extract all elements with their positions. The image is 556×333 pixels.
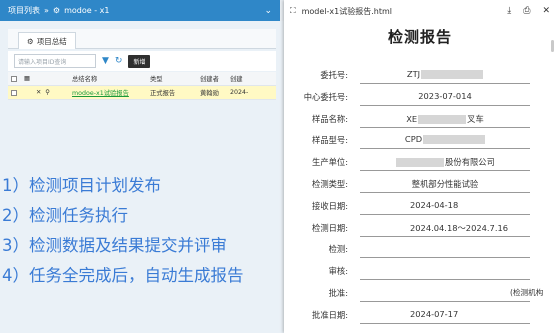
row-date: 2024-	[230, 89, 249, 96]
field-label: 批准:	[328, 287, 348, 298]
field-value: CPD	[360, 134, 530, 145]
redacted-block	[421, 70, 484, 79]
field-label: 接收日期:	[312, 200, 348, 211]
tab-label: 项目总结	[36, 36, 67, 46]
tab-strip: ⚙ 项目总结	[8, 29, 276, 49]
new-button[interactable]: 新增	[128, 54, 151, 68]
gear-icon: ⚙	[27, 36, 34, 46]
close-icon[interactable]: ✕	[542, 6, 550, 16]
field-value: 整机部分性能试验	[411, 178, 479, 189]
field-label: 批准日期:	[312, 309, 348, 320]
print-icon[interactable]: ⎙	[523, 6, 530, 16]
field-underline	[360, 257, 530, 259]
field-value: 2024-07-17	[410, 308, 459, 319]
report-fields: 委托号: ZTJ 中心委托号: 2023-07-014 样品名称: XE 叉车样品型号: CP…	[284, 66, 556, 328]
field-label: 样品型号:	[312, 135, 348, 146]
grid-icon: ▦	[24, 75, 30, 82]
report-preview-panel: ⛶ model-x1试验报告.html ⤓ ⎙ ✕ 检测报告 委托号: ZTJ 中心…	[284, 0, 556, 333]
report-field: 生产单位: 股份有限公司	[284, 153, 556, 175]
chevron-down-icon[interactable]: ⌄	[264, 6, 272, 16]
field-underline	[360, 170, 530, 172]
document-icon: ⛶	[290, 6, 296, 15]
field-label: 检测类型:	[312, 178, 348, 189]
preview-header: ⛶ model-x1试验报告.html ⤓ ⎙ ✕	[284, 0, 556, 22]
row-type: 正式报告	[150, 90, 176, 97]
field-value: 股份有限公司	[360, 156, 530, 168]
app-window: 项目列表 » ⚙ modoe - x1 ⌄ ⚙ 项目总结 请输入项目ID查询 ▼…	[0, 0, 556, 333]
field-underline	[360, 235, 530, 237]
field-label: 委托号:	[320, 70, 348, 80]
field-label: 中心委托号:	[303, 91, 348, 102]
row-checkbox[interactable]	[8, 89, 18, 96]
scrollbar[interactable]	[551, 40, 554, 52]
report-field: 检测:	[284, 240, 556, 262]
step-4: 4）任务全完成后，自动生成报告	[2, 266, 244, 285]
top-bar: 项目列表 » ⚙ modoe - x1 ⌄	[0, 0, 280, 21]
field-underline	[360, 191, 530, 193]
report-field: 检测日期: 2024.04.18～2024.7.16	[284, 219, 556, 241]
report-field: 接收日期: 2024-04-18	[284, 197, 556, 219]
tab-project-summary[interactable]: ⚙ 项目总结	[18, 32, 76, 49]
step-3: 3）检测数据及结果提交并评审	[2, 236, 227, 255]
field-value: 2023-07-014	[418, 90, 472, 101]
report-field: 样品名称: XE 叉车	[284, 110, 556, 132]
breadcrumb-project[interactable]: modoe - x1	[64, 6, 109, 15]
refresh-icon[interactable]: ↻	[115, 56, 123, 66]
field-label: 生产单位:	[312, 157, 348, 168]
row-actions: ✕ ⚲	[34, 89, 70, 96]
redacted-block	[423, 135, 486, 145]
report-link[interactable]: modoe-x1试验报告	[70, 88, 148, 97]
workflow-steps: 1）检测项目计划发布 2）检测任务执行 3）检测数据及结果提交并评审 4）任务全…	[0, 171, 290, 291]
field-underline	[360, 126, 530, 128]
header-date: 创建	[230, 76, 243, 83]
report-title: 检测报告	[387, 28, 452, 46]
row-creator: 黄翰勋	[200, 90, 219, 97]
search-input[interactable]: 请输入项目ID查询	[14, 54, 96, 68]
field-underline	[360, 104, 530, 106]
field-underline	[360, 148, 530, 150]
field-value: 2024.04.18～2024.7.16	[410, 222, 509, 233]
redacted-block	[418, 114, 467, 124]
summary-table: ▦ 总结名称 类型 创建者 创建 ✕ ⚲ modoe-x1试验报告 正式报告 黄…	[8, 72, 276, 100]
preview-filename: model-x1试验报告.html	[301, 6, 392, 16]
table-header: ▦ 总结名称 类型 创建者 创建	[8, 72, 276, 86]
field-label: 审核:	[328, 266, 348, 277]
field-label: 检测日期:	[312, 222, 348, 233]
field-value: XE 叉车	[406, 113, 484, 124]
field-underline	[360, 300, 530, 302]
field-underline	[360, 322, 530, 324]
project-workspace: ⚙ 项目总结 请输入项目ID查询 ▼ ↻ 新增 ▦ 总结名称 类型 创建者 创建	[0, 21, 284, 333]
field-label: 检测:	[328, 244, 348, 255]
step-2: 2）检测任务执行	[2, 206, 128, 225]
table-row[interactable]: ✕ ⚲ modoe-x1试验报告 正式报告 黄翰勋 2024-	[8, 86, 276, 100]
report-field: 委托号: ZTJ	[284, 66, 556, 88]
pin-icon[interactable]: ⚲	[45, 89, 50, 96]
redacted-block	[396, 158, 445, 168]
step-1: 1）检测项目计划发布	[2, 176, 161, 195]
gear-icon: ⚙	[52, 6, 61, 15]
breadcrumb-separator: »	[44, 6, 49, 15]
header-name: 总结名称	[72, 76, 98, 83]
field-value: 2024-04-18	[410, 199, 459, 210]
report-field: 审核:	[284, 262, 556, 284]
report-field: 批准日期: 2024-07-17	[284, 306, 556, 328]
report-field: 中心委托号: 2023-07-014	[284, 88, 556, 110]
report-field: 检测类型: 整机部分性能试验	[284, 175, 556, 197]
header-type: 类型	[150, 76, 163, 83]
report-field: 样品型号: CPD	[284, 131, 556, 153]
field-label: 样品名称:	[312, 113, 348, 124]
field-value: ZTJ	[360, 69, 530, 79]
filter-icon[interactable]: ▼	[102, 56, 109, 66]
field-underline	[360, 213, 530, 215]
toolbar: 请输入项目ID查询 ▼ ↻ 新增	[8, 51, 276, 71]
download-icon[interactable]: ⤓	[507, 6, 511, 16]
field-extra-note: (检测机构	[510, 287, 544, 297]
field-underline	[360, 83, 530, 84]
report-field: 批准: (检测机构	[284, 284, 556, 306]
field-underline	[360, 279, 530, 281]
delete-icon[interactable]: ✕	[36, 89, 41, 96]
select-all-checkbox[interactable]	[8, 75, 18, 82]
header-creator: 创建者	[200, 76, 219, 83]
breadcrumb-root[interactable]: 项目列表	[8, 5, 40, 16]
